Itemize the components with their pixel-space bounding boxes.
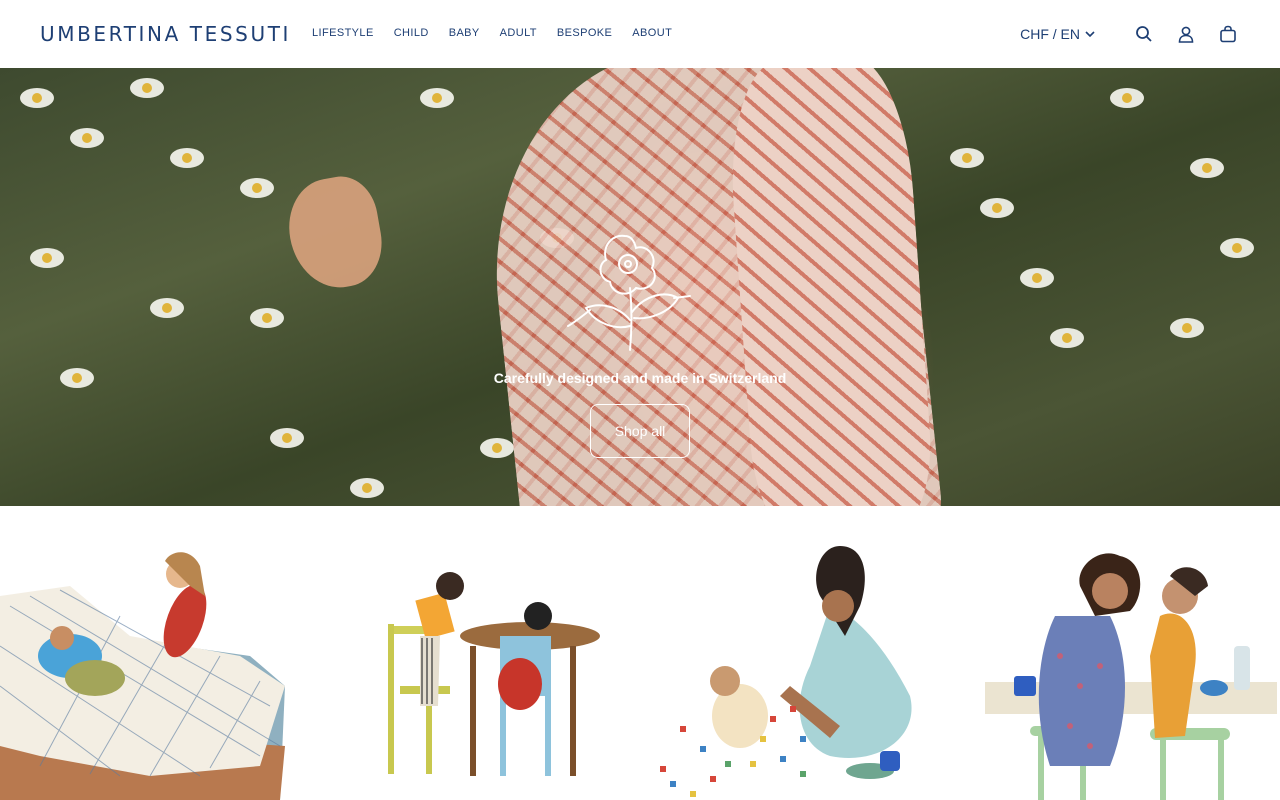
hero-banner: Carefully designed and made in Switzerla… <box>0 68 1280 506</box>
locale-label: CHF / EN <box>1020 26 1080 42</box>
illustration-children-on-bed <box>0 552 285 800</box>
header-actions: CHF / EN <box>1020 22 1240 46</box>
brand-logo[interactable]: UMBERTINA TESSUTI <box>40 22 291 46</box>
nav-item-adult[interactable]: ADULT <box>500 27 537 39</box>
category-card-4[interactable] <box>980 506 1280 800</box>
nav-item-bespoke[interactable]: BESPOKE <box>557 27 612 39</box>
chevron-down-icon <box>1085 31 1095 38</box>
cart-button[interactable] <box>1216 22 1240 46</box>
search-icon <box>1136 26 1152 42</box>
illustration-children-drawing-at-table <box>388 572 600 776</box>
search-button[interactable] <box>1132 22 1156 46</box>
hero-tagline: Carefully designed and made in Switzerla… <box>493 370 787 386</box>
site-header: UMBERTINA TESSUTI LIFESTYLE CHILD BABY A… <box>0 0 1280 68</box>
nav-item-child[interactable]: CHILD <box>394 27 429 39</box>
currency-language-selector[interactable]: CHF / EN <box>1020 26 1096 42</box>
flower-emblem-icon <box>567 234 691 351</box>
nav-item-baby[interactable]: BABY <box>449 27 480 39</box>
nav-item-lifestyle[interactable]: LIFESTYLE <box>312 27 374 39</box>
category-card-1[interactable] <box>0 506 300 800</box>
category-illustrations <box>0 506 1280 800</box>
account-button[interactable] <box>1174 22 1198 46</box>
illustration-mother-and-child-at-table <box>985 553 1277 800</box>
dress-fabric-fold <box>723 68 937 506</box>
category-card-3[interactable] <box>650 506 950 800</box>
cart-icon <box>1220 25 1236 43</box>
account-icon <box>1178 26 1194 43</box>
category-card-2[interactable] <box>370 506 610 800</box>
nav-item-about[interactable]: ABOUT <box>632 27 672 39</box>
shop-all-button[interactable]: Shop all <box>590 404 690 458</box>
illustration-mother-and-baby-playing <box>660 546 912 797</box>
child-hand <box>281 171 389 295</box>
main-nav: LIFESTYLE CHILD BABY ADULT BESPOKE ABOUT <box>312 27 692 39</box>
